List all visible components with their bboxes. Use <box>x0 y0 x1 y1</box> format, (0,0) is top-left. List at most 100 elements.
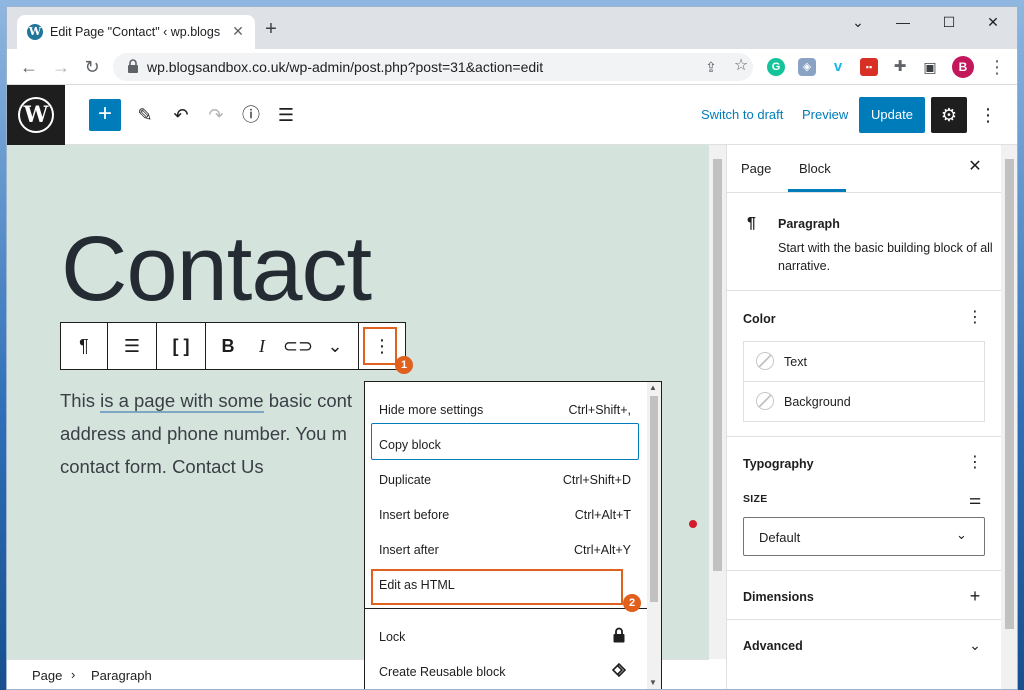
info-icon[interactable]: ⓘ <box>239 103 263 127</box>
menu-item-insert-before[interactable]: Insert before <box>379 508 449 522</box>
paragraph-link[interactable]: is a page with some <box>100 390 264 413</box>
update-button[interactable]: Update <box>859 97 925 133</box>
divider <box>727 570 1001 571</box>
menu-item-copy-block[interactable]: Copy block <box>379 438 441 452</box>
align-left-icon[interactable]: ☰ <box>108 323 156 369</box>
sidebar-scrollbar[interactable] <box>1001 145 1017 689</box>
vimeo-icon[interactable]: v <box>829 58 847 76</box>
gear-icon[interactable]: ⚙ <box>931 97 967 133</box>
more-formats-chevron-icon[interactable]: ⌄ <box>317 323 353 369</box>
breadcrumb-page[interactable]: Page <box>32 668 62 683</box>
breadcrumb-paragraph[interactable]: Paragraph <box>91 668 152 683</box>
undo-icon[interactable]: ↶ <box>169 103 193 127</box>
browser-tab[interactable]: W Edit Page "Contact" ‹ wp.blogsan ✕ <box>17 15 255 49</box>
bookmark-star-icon[interactable]: ☆ <box>731 56 751 76</box>
link-icon[interactable]: ⊂⊃ <box>281 323 315 369</box>
close-window-button[interactable]: ✕ <box>978 12 1008 32</box>
font-size-value: Default <box>759 530 801 545</box>
paragraph-text: This <box>60 390 101 411</box>
block-options-menu: Hide more settings Ctrl+Shift+, Copy blo… <box>364 381 662 689</box>
paragraph-icon[interactable]: ¶ <box>61 323 107 369</box>
menu-item-duplicate[interactable]: Duplicate <box>379 473 431 487</box>
options-kebab-icon[interactable]: ⋮ <box>977 103 999 127</box>
back-arrow-icon[interactable]: ← <box>17 55 41 79</box>
wordpress-logo-icon: W <box>18 97 54 133</box>
page-title[interactable]: Contact <box>61 217 372 322</box>
menu-scrollbar-thumb[interactable] <box>650 396 658 602</box>
typography-options-kebab-icon[interactable]: ⋮ <box>965 453 985 473</box>
redo-icon[interactable]: ↷ <box>204 103 228 127</box>
wordpress-logo[interactable]: W <box>7 85 65 145</box>
new-tab-button[interactable]: + <box>261 19 281 39</box>
block-toolbar: ¶ ☰ [ ] B I ⊂⊃ ⌄ ⋮ <box>60 322 406 370</box>
color-background-label[interactable]: Background <box>784 395 851 409</box>
editor-header: W + ✎ ↶ ↷ ⓘ ☰ Switch to draft Preview Up… <box>7 85 1017 145</box>
share-icon[interactable]: ⇪ <box>701 57 721 77</box>
tab-page[interactable]: Page <box>741 161 771 176</box>
shield-icon[interactable]: ◈ <box>798 58 816 76</box>
scroll-down-icon[interactable]: ▼ <box>649 678 657 687</box>
dimensions-heading[interactable]: Dimensions <box>743 590 814 604</box>
menu-item-lock[interactable]: Lock <box>379 630 405 644</box>
puzzle-icon[interactable]: ✚ <box>891 58 909 76</box>
cursor-dot <box>689 520 697 528</box>
editor-scrollbar[interactable] <box>709 145 726 659</box>
annotation-highlight-1 <box>363 327 397 365</box>
sidebar-scrollbar-thumb[interactable] <box>1005 159 1014 629</box>
add-block-button[interactable]: + <box>89 99 121 131</box>
tab-close-icon[interactable]: ✕ <box>229 22 247 40</box>
text-color-swatch[interactable] <box>756 352 774 370</box>
paragraph-text: basic cont <box>263 390 353 411</box>
menu-scrollbar[interactable]: ▲ ▼ <box>647 382 661 689</box>
browser-menu-icon[interactable]: ⋮ <box>985 55 1009 79</box>
switch-to-draft-button[interactable]: Switch to draft <box>701 107 783 122</box>
plus-icon[interactable]: + <box>965 586 985 606</box>
url-text: wp.blogsandbox.co.uk/wp-admin/post.php?p… <box>147 59 544 75</box>
chevron-down-icon[interactable]: ⌄ <box>965 635 985 655</box>
tab-block[interactable]: Block <box>799 161 831 176</box>
typography-heading[interactable]: Typography <box>743 457 814 471</box>
pencil-icon[interactable]: ✎ <box>133 103 157 127</box>
font-size-select[interactable]: Default ⌄ <box>743 517 985 556</box>
menu-shortcut: Ctrl+Shift+, <box>568 403 631 417</box>
profile-avatar[interactable]: B <box>952 56 974 78</box>
reload-icon[interactable]: ↻ <box>80 55 104 79</box>
minimize-button[interactable]: — <box>888 12 918 32</box>
wordpress-favicon-icon: W <box>27 24 43 40</box>
editor-scrollbar-thumb[interactable] <box>713 159 722 571</box>
wide-width-icon[interactable]: [ ] <box>157 323 205 369</box>
color-text-label[interactable]: Text <box>784 355 807 369</box>
close-icon[interactable]: ✕ <box>965 157 985 177</box>
maximize-button[interactable]: ☐ <box>934 12 964 32</box>
scroll-up-icon[interactable]: ▲ <box>649 383 657 392</box>
red-ext-icon[interactable]: ▪▪ <box>860 58 878 76</box>
lock-icon <box>613 627 625 643</box>
sidebar-icon[interactable]: ▣ <box>921 58 939 76</box>
reusable-block-icon <box>611 662 627 678</box>
preview-button[interactable]: Preview <box>802 107 848 122</box>
block-description: Start with the basic building block of a… <box>778 241 993 273</box>
sliders-icon[interactable]: ⚌ <box>965 490 985 508</box>
grammarly-icon[interactable]: G <box>767 58 785 76</box>
lock-icon <box>128 59 138 73</box>
bold-icon[interactable]: B <box>211 323 245 369</box>
color-heading[interactable]: Color <box>743 312 776 326</box>
address-bar[interactable]: wp.blogsandbox.co.uk/wp-admin/post.php?p… <box>113 53 753 81</box>
menu-item-create-reusable-block[interactable]: Create Reusable block <box>379 665 505 679</box>
advanced-heading[interactable]: Advanced <box>743 639 803 653</box>
menu-item-hide-more-settings[interactable]: Hide more settings <box>379 403 483 417</box>
menu-shortcut: Ctrl+Shift+D <box>562 473 631 487</box>
annotation-highlight-2 <box>371 569 623 605</box>
annotation-badge-1: 1 <box>395 356 413 374</box>
tab-search-chevron-icon[interactable]: ⌄ <box>843 12 873 32</box>
menu-shortcut: Ctrl+Alt+T <box>574 508 631 522</box>
italic-icon[interactable]: I <box>245 323 279 369</box>
list-view-icon[interactable]: ☰ <box>274 103 298 127</box>
color-options-kebab-icon[interactable]: ⋮ <box>965 308 985 328</box>
divider <box>744 381 984 382</box>
background-color-swatch[interactable] <box>756 392 774 410</box>
forward-arrow-icon[interactable]: → <box>49 55 73 79</box>
menu-item-insert-after[interactable]: Insert after <box>379 543 439 557</box>
annotation-badge-2: 2 <box>623 594 641 612</box>
divider <box>727 290 1001 291</box>
